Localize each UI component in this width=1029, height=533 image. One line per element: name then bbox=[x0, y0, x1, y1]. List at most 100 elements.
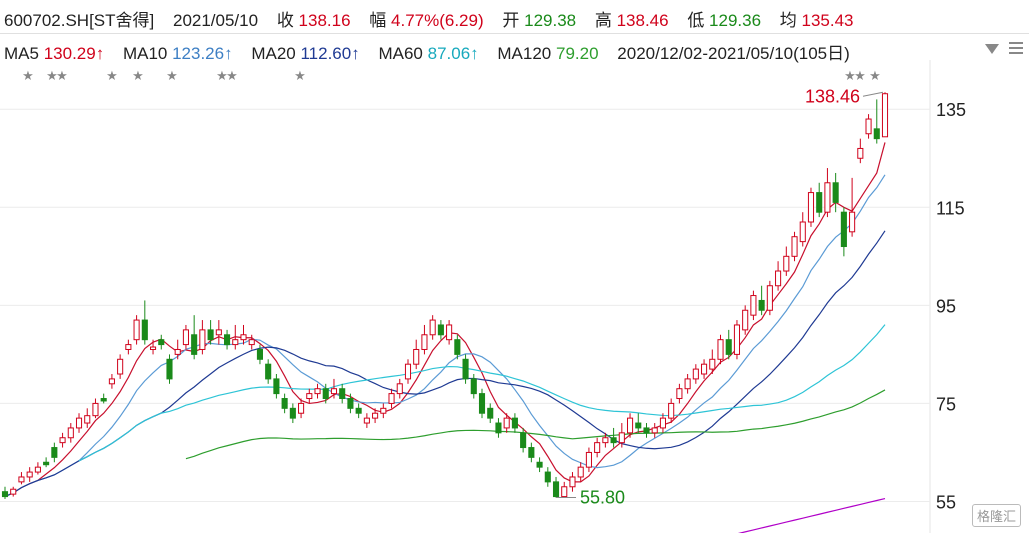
y-tick-label: 95 bbox=[936, 296, 956, 316]
candle-body bbox=[668, 402, 675, 419]
ma120-line bbox=[185, 389, 886, 460]
candle-body bbox=[380, 407, 387, 414]
candle-body bbox=[174, 348, 181, 355]
candle-body bbox=[766, 285, 773, 311]
event-star-icon: ★ bbox=[56, 68, 68, 83]
candle-body bbox=[429, 319, 436, 336]
candle-body bbox=[158, 339, 165, 346]
candle-body bbox=[692, 368, 699, 380]
candle-body bbox=[758, 299, 765, 311]
candle-body bbox=[232, 339, 239, 346]
candle-body bbox=[34, 466, 41, 473]
event-star-icon: ★ bbox=[869, 68, 881, 83]
candle-body bbox=[511, 417, 518, 429]
candle-body bbox=[610, 437, 617, 444]
candle-body bbox=[528, 447, 535, 458]
quote-row: 600702.SH[ST舍得] 2021/05/10 收 138.16 幅 4.… bbox=[4, 6, 854, 31]
high-label: 高 bbox=[594, 11, 612, 30]
candle-body bbox=[478, 393, 486, 414]
ma250-line bbox=[737, 497, 886, 533]
candle-body bbox=[51, 447, 58, 458]
candle-body bbox=[626, 417, 634, 434]
candle-body bbox=[388, 393, 395, 404]
candle-body bbox=[849, 211, 856, 233]
event-star-icon: ★ bbox=[166, 68, 178, 83]
candle-body bbox=[602, 437, 609, 444]
candle-body bbox=[487, 407, 494, 419]
candle-body bbox=[273, 378, 280, 395]
candle-body bbox=[750, 295, 757, 316]
avg-label: 均 bbox=[779, 11, 797, 30]
candle-body bbox=[421, 334, 428, 350]
open-label: 开 bbox=[502, 11, 520, 30]
candle-body bbox=[133, 319, 140, 341]
candle-body bbox=[577, 466, 584, 478]
close-value: 138.16 bbox=[298, 11, 351, 30]
candle-body bbox=[709, 358, 716, 370]
candle-body bbox=[824, 182, 831, 213]
high-value: 138.46 bbox=[616, 11, 669, 30]
candle-body bbox=[775, 270, 782, 287]
menu-icon[interactable] bbox=[1009, 42, 1023, 56]
ma20-line bbox=[4, 230, 886, 498]
event-star-icon: ★ bbox=[854, 68, 866, 83]
candle-body bbox=[75, 417, 83, 429]
stock-code[interactable]: 600702.SH[ST舍得] bbox=[4, 11, 154, 30]
candle-body bbox=[281, 398, 288, 409]
candle-body bbox=[873, 128, 880, 140]
candle-body bbox=[215, 329, 222, 336]
candle-body bbox=[454, 339, 461, 355]
header-divider bbox=[0, 33, 1029, 34]
y-tick-label: 75 bbox=[936, 394, 956, 414]
open-value: 129.38 bbox=[524, 11, 577, 30]
candle-body bbox=[635, 422, 642, 429]
event-star-icon: ★ bbox=[294, 68, 306, 83]
candle-body bbox=[676, 388, 683, 400]
candle-body bbox=[594, 442, 601, 453]
quote-date: 2021/05/10 bbox=[172, 11, 259, 30]
dropdown-arrow-icon[interactable] bbox=[985, 44, 999, 54]
candle-body bbox=[733, 324, 741, 355]
candle-body bbox=[372, 412, 379, 419]
candle-body bbox=[807, 192, 815, 223]
candle-body bbox=[289, 407, 296, 419]
kline-chart[interactable]: 557595115135★ ★★ ★ ★ ★ ★★ ★ ★★ ★138.4655.80 bbox=[0, 60, 1029, 533]
candle-body bbox=[92, 402, 99, 417]
candle-body bbox=[643, 427, 650, 434]
candle-body bbox=[791, 236, 798, 257]
candle-body bbox=[742, 309, 749, 331]
candle-body bbox=[191, 334, 198, 355]
candle-body bbox=[404, 363, 412, 380]
candle-body bbox=[701, 363, 708, 375]
candle-body bbox=[437, 324, 444, 336]
y-tick-label: 135 bbox=[936, 100, 966, 120]
candle-body bbox=[816, 192, 823, 213]
candle-body bbox=[306, 393, 313, 400]
candle-body bbox=[396, 383, 403, 395]
candle-body bbox=[108, 378, 115, 385]
candle-body bbox=[100, 398, 107, 402]
candle-body bbox=[43, 461, 50, 466]
candle-body bbox=[651, 427, 658, 434]
avg-value: 135.43 bbox=[801, 11, 854, 30]
candle-body bbox=[1, 491, 9, 498]
candle-body bbox=[865, 118, 872, 135]
candle-body bbox=[840, 211, 847, 248]
candle-body bbox=[84, 415, 91, 424]
candle-body bbox=[857, 147, 864, 159]
candle-body bbox=[10, 488, 17, 495]
candle-body bbox=[182, 329, 189, 346]
candle-body bbox=[67, 427, 74, 439]
quote-header: 600702.SH[ST舍得] 2021/05/10 收 138.16 幅 4.… bbox=[0, 0, 1029, 63]
event-star-icon: ★ bbox=[106, 68, 118, 83]
candle-body bbox=[166, 358, 173, 380]
candle-body bbox=[117, 358, 124, 375]
candle-body bbox=[240, 334, 247, 341]
candle-body bbox=[141, 319, 148, 341]
candle-body bbox=[536, 461, 543, 468]
candle-body bbox=[725, 339, 732, 355]
min-price-label: 55.80 bbox=[580, 488, 625, 508]
max-price-pointer bbox=[862, 91, 884, 97]
candle-body bbox=[207, 329, 214, 341]
candle-body bbox=[355, 407, 362, 414]
